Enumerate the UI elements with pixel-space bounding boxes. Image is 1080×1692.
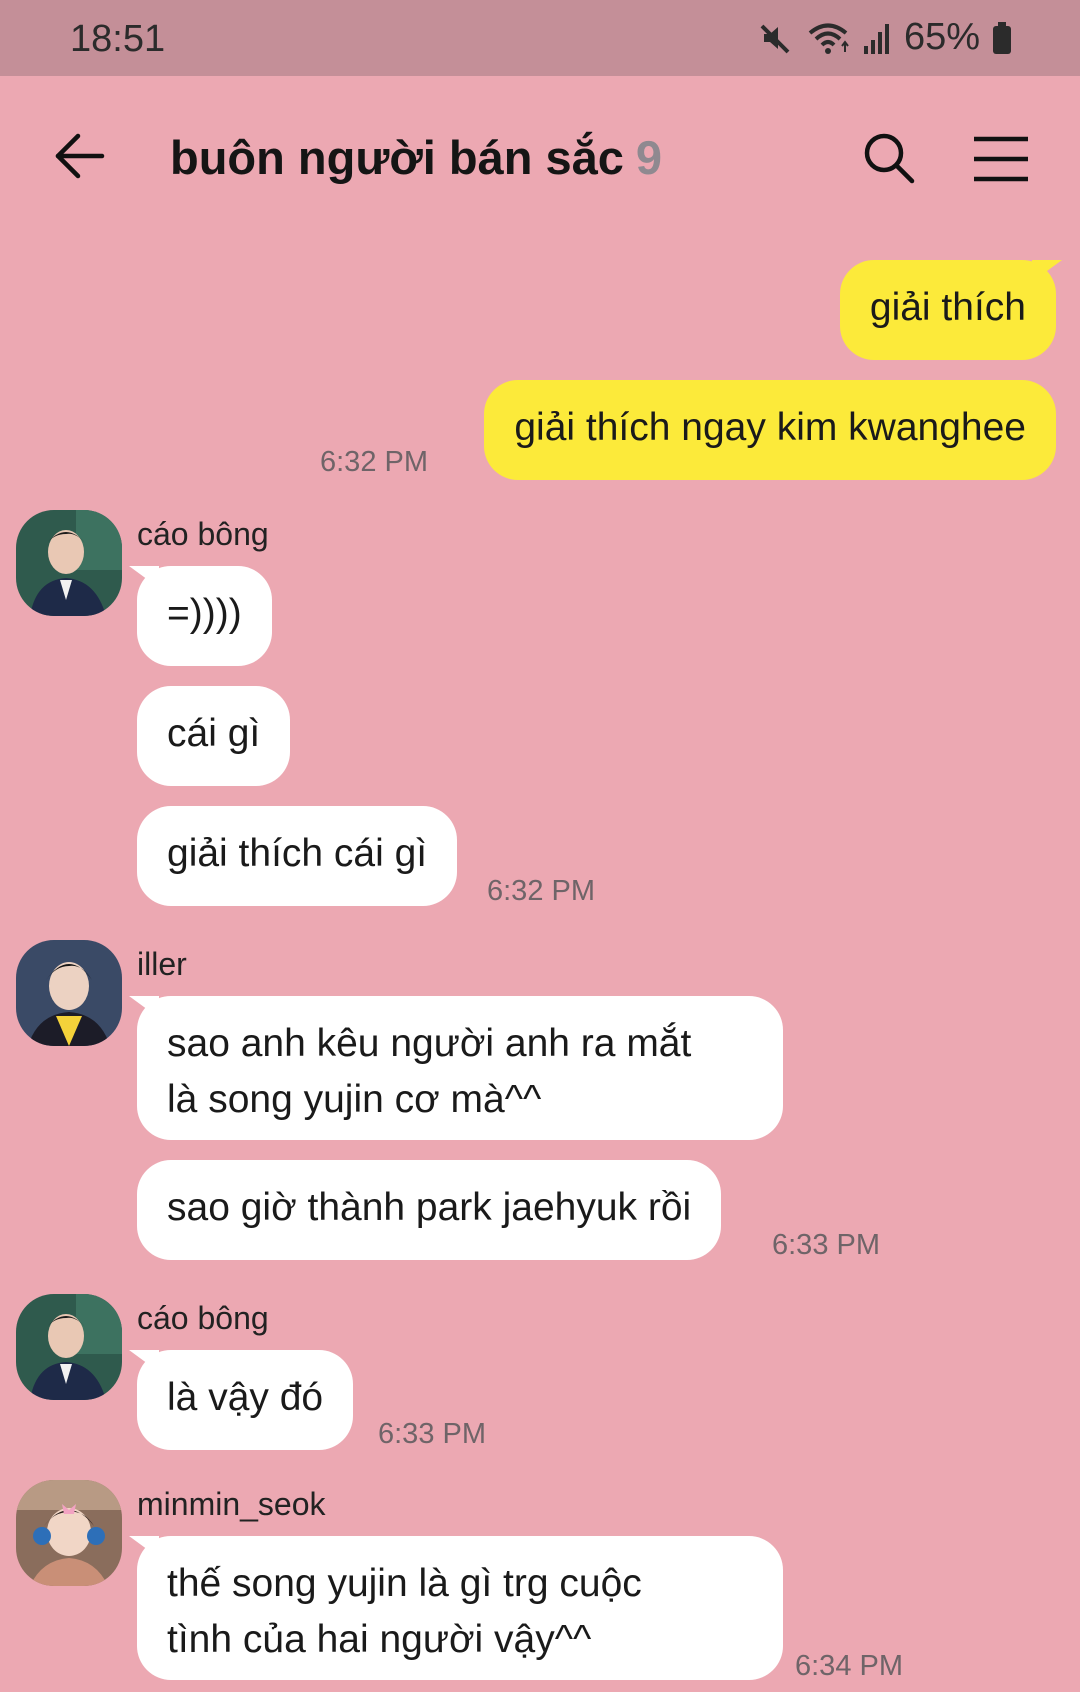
message-timestamp: 6:32 PM	[320, 446, 428, 478]
message-timestamp: 6:34 PM	[795, 1650, 903, 1682]
message-text: sao giờ thành park jaehyuk rồi	[167, 1186, 692, 1229]
avatar[interactable]	[16, 1294, 122, 1400]
mute-icon	[760, 24, 790, 53]
message-timestamp: 6:32 PM	[487, 875, 595, 907]
message-text: là vậy đó	[167, 1376, 324, 1419]
incoming-message[interactable]: thế song yujin là gì trg cuộc tình của h…	[129, 1536, 783, 1680]
incoming-message[interactable]: =))))	[129, 566, 272, 666]
menu-icon[interactable]	[972, 134, 1030, 184]
message-line: tình của hai người vậy^^	[167, 1618, 592, 1661]
signal-icon	[863, 23, 889, 54]
message-timestamp: 6:33 PM	[378, 1418, 486, 1450]
avatar-image	[16, 1480, 122, 1586]
message-text: =))))	[167, 592, 242, 635]
avatar-image	[16, 510, 122, 616]
sender-name: cáo bông	[137, 516, 269, 552]
incoming-message[interactable]: cái gì	[137, 686, 291, 786]
avatar-image	[16, 1294, 122, 1400]
status-time: 18:51	[70, 18, 166, 60]
message-line: sao anh kêu người anh ra mắt	[167, 1022, 692, 1065]
sender-name: minmin_seok	[137, 1486, 326, 1522]
message-line: thế song yujin là gì trg cuộc	[167, 1562, 642, 1605]
avatar[interactable]	[16, 510, 122, 616]
back-arrow-icon[interactable]	[52, 128, 108, 184]
message-text: giải thích ngay kim kwanghee	[514, 406, 1026, 449]
battery-icon	[993, 21, 1011, 54]
sender-name: cáo bông	[137, 1300, 269, 1336]
message-timestamp: 6:33 PM	[772, 1229, 880, 1261]
chat-title-text: buôn người bán sắc	[170, 131, 624, 184]
incoming-message[interactable]: là vậy đó	[128, 1350, 354, 1450]
incoming-message[interactable]: sao anh kêu người anh ra mắt là song yuj…	[129, 996, 783, 1140]
avatar-image	[16, 940, 122, 1046]
message-text: cái gì	[167, 712, 261, 755]
outgoing-message[interactable]: giải thích	[839, 260, 1063, 360]
message-text: giải thích cái gì	[167, 832, 428, 875]
avatar[interactable]	[16, 1480, 122, 1586]
outgoing-message[interactable]: giải thích ngay kim kwanghee	[484, 380, 1056, 480]
wifi-icon	[808, 23, 849, 54]
battery-percent: 65%	[903, 16, 980, 58]
incoming-message[interactable]: giải thích cái gì	[137, 806, 458, 906]
chat-header: buôn người bán sắc 9	[0, 76, 1080, 236]
member-count: 9	[635, 131, 663, 184]
search-icon[interactable]	[862, 131, 916, 185]
message-line: là song yujin cơ mà^^	[167, 1078, 542, 1121]
status-bar: 18:51 65%	[0, 0, 1080, 76]
message-text: giải thích	[869, 286, 1026, 329]
avatar[interactable]	[16, 940, 122, 1046]
sender-name: iller	[137, 946, 187, 982]
status-icons: 65%	[758, 16, 1012, 59]
chat-title: buôn người bán sắc 9	[170, 130, 662, 185]
incoming-message[interactable]: sao giờ thành park jaehyuk rồi	[137, 1160, 722, 1260]
